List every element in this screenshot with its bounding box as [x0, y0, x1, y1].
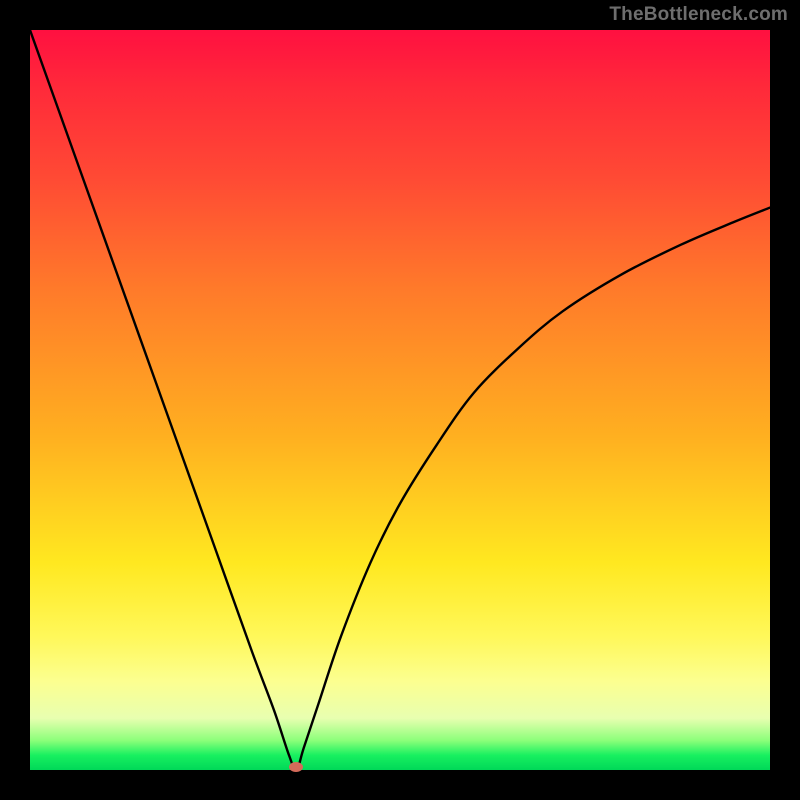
minimum-marker [289, 762, 303, 772]
bottleneck-curve [30, 30, 770, 770]
watermark-text: TheBottleneck.com [609, 4, 788, 26]
plot-area [30, 30, 770, 770]
chart-frame: TheBottleneck.com [0, 0, 800, 800]
